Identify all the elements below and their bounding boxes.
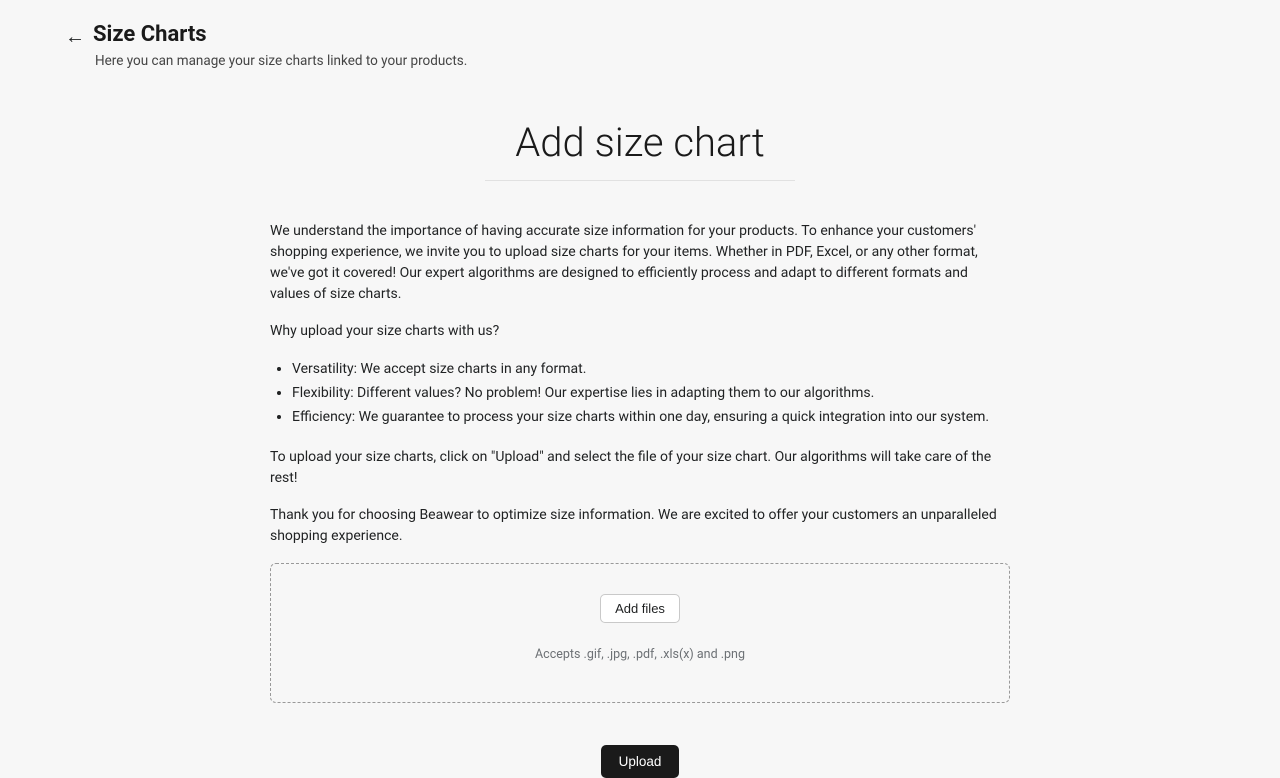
- list-item: Efficiency: We guarantee to process your…: [292, 406, 1010, 430]
- add-files-button[interactable]: Add files: [600, 594, 680, 623]
- why-heading: Why upload your size charts with us?: [270, 321, 1010, 342]
- page-subtitle: Here you can manage your size charts lin…: [95, 53, 1280, 69]
- intro-paragraph: We understand the importance of having a…: [270, 221, 1010, 305]
- main-title-wrap: Add size chart: [270, 119, 1010, 221]
- upload-row: Upload: [270, 745, 1010, 778]
- list-item: Versatility: We accept size charts in an…: [292, 358, 1010, 382]
- main-content: Add size chart We understand the importa…: [270, 119, 1010, 778]
- page-title: Size Charts: [93, 22, 207, 47]
- title-row: ← Size Charts: [65, 22, 1280, 47]
- howto-paragraph: To upload your size charts, click on "Up…: [270, 447, 1010, 489]
- accepts-text: Accepts .gif, .jpg, .pdf, .xls(x) and .p…: [291, 647, 989, 662]
- upload-button[interactable]: Upload: [601, 745, 680, 778]
- list-item: Flexibility: Different values? No proble…: [292, 382, 1010, 406]
- file-dropzone[interactable]: Add files Accepts .gif, .jpg, .pdf, .xls…: [270, 563, 1010, 703]
- feature-list: Versatility: We accept size charts in an…: [270, 358, 1010, 429]
- main-title: Add size chart: [485, 119, 795, 181]
- back-arrow-icon[interactable]: ←: [65, 26, 85, 46]
- thanks-paragraph: Thank you for choosing Beawear to optimi…: [270, 505, 1010, 547]
- page-header: ← Size Charts Here you can manage your s…: [0, 0, 1280, 69]
